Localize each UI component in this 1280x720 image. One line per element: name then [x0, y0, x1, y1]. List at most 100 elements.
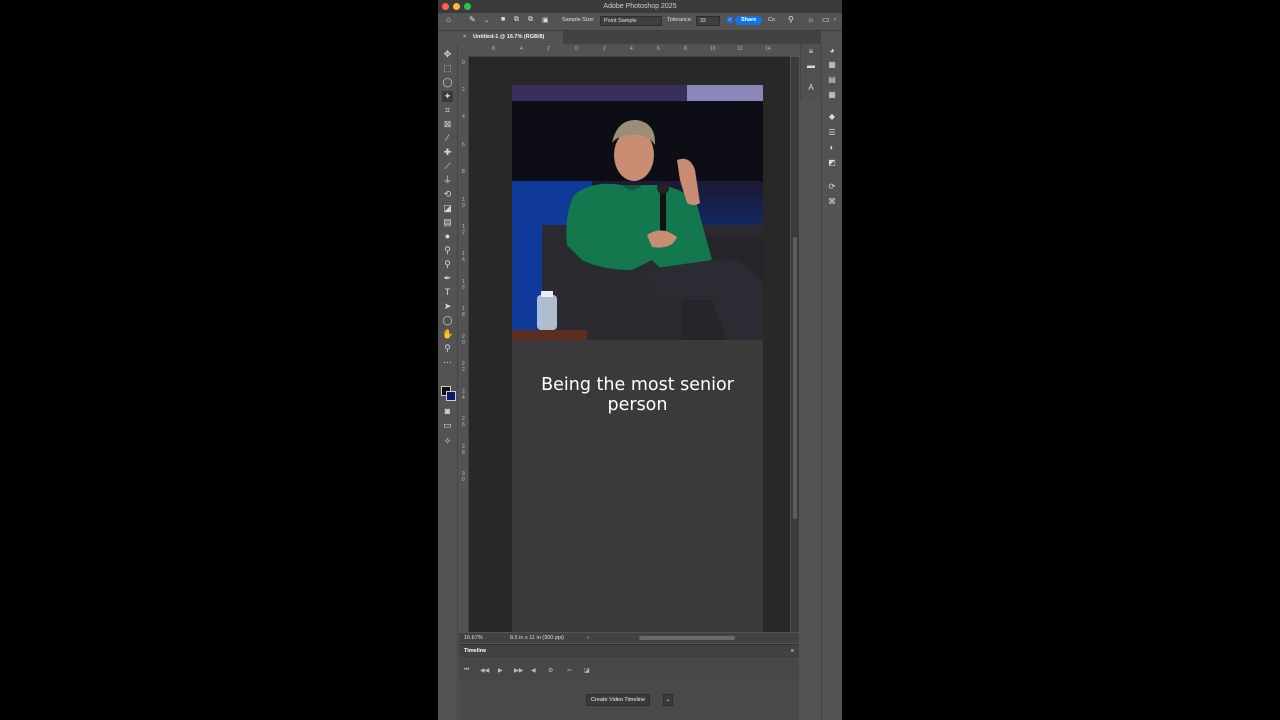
more-chevron-icon[interactable]: ‹ — [834, 17, 836, 23]
tolerance-input[interactable]: 32 — [696, 16, 720, 26]
workspace-icon[interactable]: ▭ — [822, 15, 830, 24]
tool-preset-chevron-icon[interactable]: ⌄ — [484, 17, 489, 24]
status-arrow-icon[interactable]: › — [587, 635, 589, 641]
document-info[interactable]: 8.5 in x 11 in (300 ppi) — [510, 635, 564, 641]
anti-alias-checkbox[interactable]: ✓ — [727, 17, 733, 23]
tools-panel: ✥ ⬚ ◯ ✦ ⌗ ⊠ ⁄ ✚ ⟋ ⏚ ⟲ ◪ ▤ ● ⚲ ⚲ ✒ T ➤ ◯ … — [438, 44, 458, 720]
ruler-tick-label: 6 — [657, 46, 660, 52]
ruler-tick-label: 6 — [462, 142, 465, 148]
ruler-tick-label: 0 — [462, 60, 465, 66]
left-ruler[interactable]: 0 2 4 6 8 1 0 1 2 1 4 1 6 1 8 2 0 2 2 2 … — [459, 56, 469, 632]
add-selection-icon[interactable]: ⧉ — [514, 16, 519, 24]
next-frame-icon[interactable]: ▶▶ — [514, 667, 523, 674]
eyedropper-tool-icon[interactable]: ⁄ — [442, 133, 453, 144]
lasso-tool-icon[interactable]: ◯ — [442, 77, 453, 88]
transition-icon[interactable]: ◪ — [584, 667, 590, 674]
timeline-menu-icon[interactable]: ≡ — [791, 645, 794, 658]
eraser-tool-icon[interactable]: ◪ — [442, 203, 453, 214]
frame-tool-icon[interactable]: ⊠ — [442, 119, 453, 130]
adjustment-layers-icon[interactable]: ◐ — [827, 143, 837, 153]
top-ruler[interactable]: 8 4 2 0 2 4 6 8 10 12 14 — [468, 44, 790, 57]
extra-option-label[interactable]: Co — [768, 17, 775, 23]
audio-icon[interactable]: ◀ — [531, 667, 536, 674]
patterns-icon[interactable]: ▦ — [827, 90, 837, 100]
history-brush-tool-icon[interactable]: ⟲ — [442, 189, 453, 200]
ruler-tick-label: 0 — [575, 46, 578, 52]
timeline-title[interactable]: Timeline — [464, 648, 486, 654]
play-icon[interactable]: ▶ — [498, 667, 503, 674]
adjustments-icon[interactable]: ≡ — [806, 47, 816, 57]
comments-icon[interactable]: ▬ — [806, 61, 816, 71]
hand-tool-icon[interactable]: ✋ — [442, 329, 453, 340]
actions-icon[interactable]: ⌘ — [827, 197, 837, 207]
settings-gear-icon[interactable]: ⚙ — [548, 667, 553, 674]
sample-size-select[interactable]: Point Sample — [600, 16, 662, 26]
crop-tool-icon[interactable]: ⌗ — [442, 105, 453, 116]
ruler-tick-label: 1 8 — [462, 306, 465, 318]
swatches-icon[interactable]: ▦ — [827, 60, 837, 70]
ruler-tick-label: 4 — [462, 114, 465, 120]
search-icon[interactable]: ⚲ — [788, 15, 794, 24]
caption-text[interactable]: Being the most senior person — [512, 375, 763, 415]
window-title: Adobe Photoshop 2025 — [603, 3, 677, 10]
zoom-tool-icon[interactable]: ⚲ — [442, 343, 453, 354]
burn-tool-icon[interactable]: ⚲ — [442, 259, 453, 270]
layers-icon[interactable]: ◆ — [827, 112, 837, 122]
horizontal-scroll-thumb[interactable] — [639, 636, 735, 640]
healing-brush-tool-icon[interactable]: ✚ — [442, 147, 453, 158]
ruler-tick-label: 8 — [462, 169, 465, 175]
background-color-swatch[interactable] — [446, 391, 456, 401]
move-tool-icon[interactable]: ✥ — [442, 49, 453, 60]
new-selection-icon[interactable]: ■ — [501, 16, 505, 23]
document-canvas[interactable]: Being the most senior person — [512, 85, 763, 632]
ruler-tick-label: 1 6 — [462, 279, 465, 291]
timeline-header: Timeline ≡ — [459, 645, 799, 658]
clone-stamp-tool-icon[interactable]: ⏚ — [442, 175, 453, 186]
glyphs-icon[interactable]: A — [806, 83, 816, 93]
share-button[interactable]: Share — [735, 16, 763, 25]
status-bar: 16.67% 8.5 in x 11 in (300 ppi) › — [459, 633, 799, 643]
subtract-selection-icon[interactable]: ⧉ — [528, 16, 533, 24]
create-video-timeline-button[interactable]: Create Video Timeline — [586, 694, 651, 706]
blur-tool-icon[interactable]: ● — [442, 231, 453, 242]
type-tool-icon[interactable]: T — [442, 287, 453, 298]
gradients-icon[interactable]: ▤ — [827, 75, 837, 85]
document-tab[interactable]: × Untitled-1 @ 16.7% (RGB/8) — [459, 31, 563, 44]
scissors-icon[interactable]: ✂ — [567, 667, 572, 674]
brush-tool-icon[interactable]: ⟋ — [442, 161, 453, 172]
magic-wand-tool-icon[interactable]: ✦ — [442, 91, 453, 102]
close-window-button[interactable] — [442, 3, 449, 10]
path-selection-tool-icon[interactable]: ➤ — [442, 301, 453, 312]
more-tools-icon[interactable]: ⋯ — [442, 357, 453, 368]
shape-tool-icon[interactable]: ◯ — [442, 315, 453, 326]
vertical-scrollbar[interactable] — [791, 57, 799, 632]
magic-wand-icon[interactable]: ✎ — [469, 15, 476, 24]
color-icon[interactable]: ◕ — [827, 46, 837, 56]
options-bar: ⌂ ✎ ⌄ ■ ⧉ ⧉ ▣ Sample Size: Point Sample … — [438, 13, 842, 31]
first-frame-icon[interactable]: ⏮ — [464, 667, 469, 674]
canvas-area[interactable]: Being the most senior person — [469, 57, 790, 632]
intersect-selection-icon[interactable]: ▣ — [542, 16, 549, 24]
vertical-scroll-thumb[interactable] — [793, 237, 797, 519]
libraries-icon[interactable]: ◩ — [827, 158, 837, 168]
quick-mask-icon[interactable]: ◙ — [442, 406, 453, 417]
minimize-window-button[interactable] — [453, 3, 460, 10]
pen-tool-icon[interactable]: ✒ — [442, 273, 453, 284]
previous-frame-icon[interactable]: ◀◀ — [480, 667, 489, 674]
dodge-tool-icon[interactable]: ⚲ — [442, 245, 453, 256]
home-icon[interactable]: ⌂ — [446, 15, 451, 24]
ruler-tick-label: 2 8 — [462, 444, 465, 456]
zoom-level[interactable]: 16.67% — [464, 635, 483, 641]
zoom-window-button[interactable] — [464, 3, 471, 10]
close-tab-icon[interactable]: × — [463, 31, 466, 44]
lightbulb-icon[interactable]: ☼ — [807, 15, 814, 24]
ruler-tick-label: 4 — [630, 46, 633, 52]
screen-mode-icon[interactable]: ▭ — [442, 420, 453, 431]
gradient-tool-icon[interactable]: ▤ — [442, 217, 453, 228]
timeline-dropdown-chevron-icon[interactable]: ⌄ — [663, 694, 673, 706]
generative-fill-icon[interactable]: ✧ — [442, 436, 453, 447]
history-icon[interactable]: ⟳ — [827, 182, 837, 192]
properties-icon[interactable]: ☰ — [827, 128, 837, 138]
marquee-tool-icon[interactable]: ⬚ — [442, 63, 453, 74]
ruler-tick-label: 2 2 — [462, 361, 465, 373]
